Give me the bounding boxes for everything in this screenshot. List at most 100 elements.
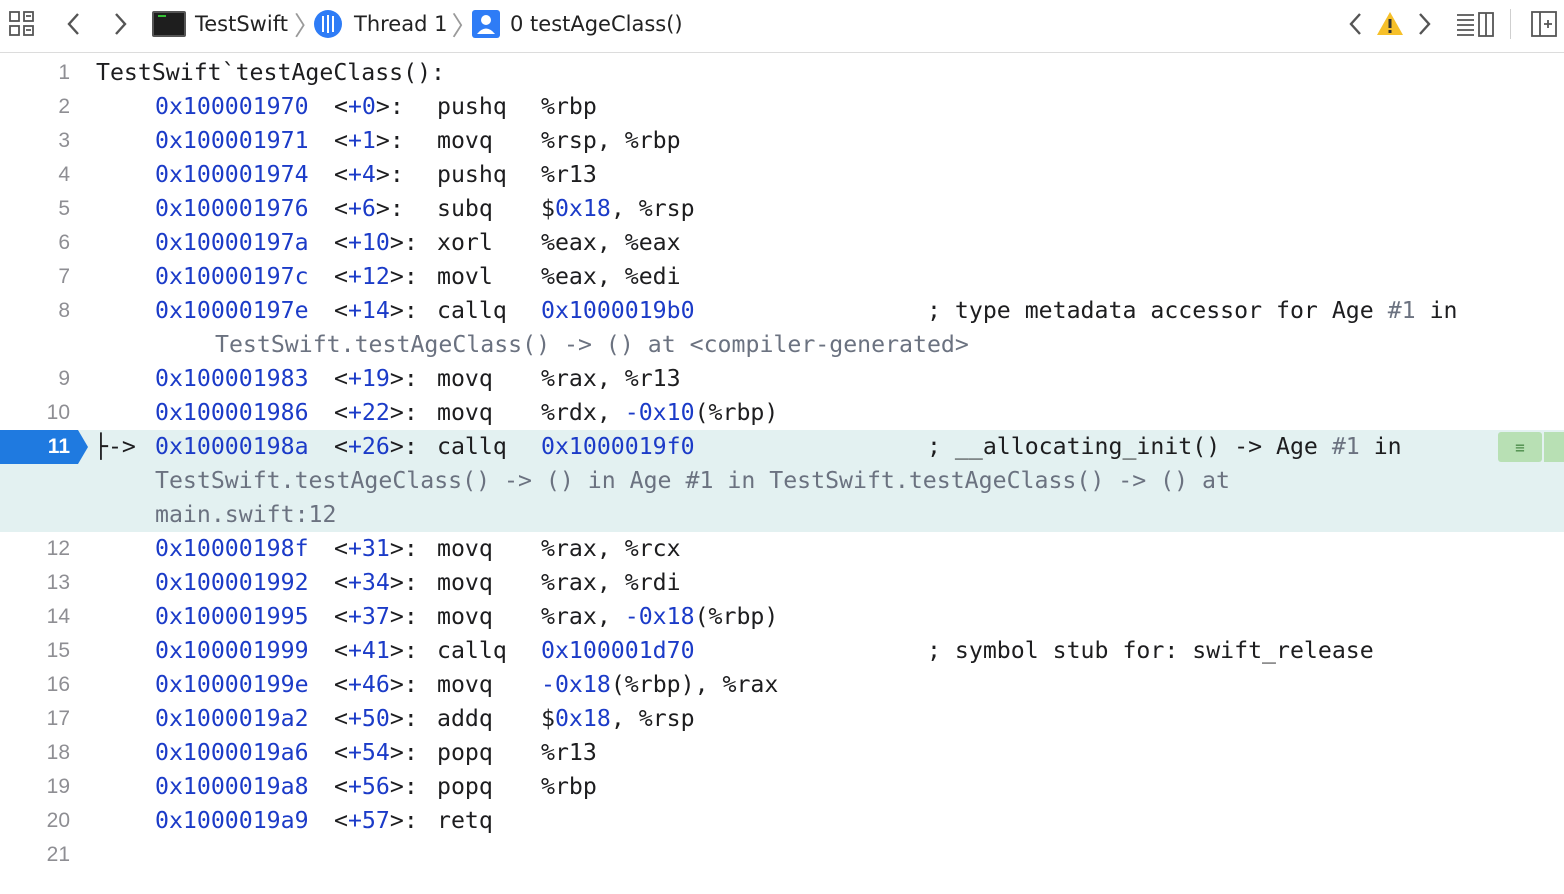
instruction-mnemonic: xorl — [437, 229, 493, 256]
line-number: 10 — [46, 401, 70, 424]
instruction-row: 8 0x10000197e <+14>: callq 0x1000019b0 ; type… — [0, 294, 1564, 362]
instruction-row: 20 0x1000019a9 <+57>: retq — [0, 804, 1564, 838]
instruction-row: 17 0x1000019a2 <+50>: addq $0x18, %rsp — [0, 702, 1564, 736]
forward-icon[interactable] — [110, 0, 130, 48]
instruction-operands: %r13 — [541, 161, 597, 188]
instruction-operands: $0x18, %rsp — [541, 195, 695, 222]
line-actions-icon[interactable]: ≡ — [1498, 432, 1542, 462]
instruction-mnemonic: movq — [437, 603, 493, 630]
instruction-mnemonic: callq — [437, 637, 507, 664]
instruction-mnemonic: movq — [437, 671, 493, 698]
instruction-offset: <+22>: — [334, 399, 418, 426]
instruction-mnemonic: pushq — [437, 93, 507, 120]
instruction-offset: <+14>: — [334, 297, 418, 324]
instruction-row: 7 0x10000197c <+12>: movl %eax, %edi — [0, 260, 1564, 294]
jumpbar-frame[interactable]: 0 testAgeClass() — [472, 0, 683, 48]
instruction-offset: <+26>: — [334, 433, 418, 460]
instruction-address: 0x100001970 — [155, 93, 309, 120]
instruction-mnemonic: popq — [437, 773, 493, 800]
line-actions-edge[interactable] — [1544, 432, 1564, 462]
line-number: 6 — [58, 231, 70, 254]
instruction-address: 0x100001992 — [155, 569, 309, 596]
jumpbar-project[interactable]: TestSwift 〉 — [152, 0, 320, 48]
comment-continuation: TestSwift.testAgeClass() -> () in Age #1… — [155, 467, 1230, 494]
instruction-operands: %rsp, %rbp — [541, 127, 681, 154]
instruction-row: 3 0x100001971 <+1>: movq %rsp, %rbp — [0, 124, 1564, 158]
instruction-operands: 0x100001d70 — [541, 637, 695, 664]
instruction-mnemonic: addq — [437, 705, 493, 732]
line-number: 16 — [46, 673, 70, 696]
pc-marker: ├-> — [94, 433, 136, 460]
related-items-icon[interactable] — [8, 0, 36, 48]
instruction-address: 0x100001976 — [155, 195, 309, 222]
instruction-address: 0x1000019a9 — [155, 807, 309, 834]
line-number: 19 — [46, 775, 70, 798]
project-label: TestSwift — [195, 12, 288, 36]
instruction-mnemonic: movq — [437, 365, 493, 392]
instruction-address: 0x100001971 — [155, 127, 309, 154]
instruction-address: 0x1000019a8 — [155, 773, 309, 800]
instruction-row: 5 0x100001976 <+6>: subq $0x18, %rsp — [0, 192, 1564, 226]
prev-issue-icon[interactable] — [1346, 0, 1366, 48]
warning-icon[interactable] — [1376, 0, 1404, 48]
instruction-offset: <+10>: — [334, 229, 418, 256]
instruction-operands: %rdx, -0x10(%rbp) — [541, 399, 779, 426]
instruction-mnemonic: callq — [437, 433, 507, 460]
instruction-operands: %r13 — [541, 739, 597, 766]
line-number: 9 — [58, 367, 70, 390]
line-number: 17 — [46, 707, 70, 730]
instruction-operands: %rbp — [541, 93, 597, 120]
instruction-offset: <+6>: — [334, 195, 404, 222]
instruction-row: 6 0x10000197a <+10>: xorl %eax, %eax — [0, 226, 1564, 260]
instruction-row: 14 0x100001995 <+37>: movq %rax, -0x18(%rbp) — [0, 600, 1564, 634]
instruction-offset: <+12>: — [334, 263, 418, 290]
instruction-operands: %eax, %eax — [541, 229, 681, 256]
next-issue-icon[interactable] — [1414, 0, 1434, 48]
line-number: 21 — [46, 843, 70, 866]
editor-options-icon[interactable] — [1456, 0, 1496, 48]
instruction-operands: %rax, %r13 — [541, 365, 681, 392]
thread-label: Thread 1 — [354, 12, 448, 36]
frame-user-icon — [472, 10, 500, 38]
comment-continuation: main.swift:12 — [155, 501, 337, 528]
function-header: TestSwift`testAgeClass(): — [96, 59, 446, 86]
frame-label: 0 testAgeClass() — [510, 12, 683, 36]
instruction-address: 0x10000197c — [155, 263, 309, 290]
instruction-offset: <+57>: — [334, 807, 418, 834]
instruction-mnemonic: pushq — [437, 161, 507, 188]
instruction-comment: ; type metadata accessor for Age #1 in — [927, 297, 1458, 324]
line-number: 7 — [58, 265, 70, 288]
instruction-row: 18 0x1000019a6 <+54>: popq %r13 — [0, 736, 1564, 770]
instruction-mnemonic: movq — [437, 535, 493, 562]
line-number: 5 — [58, 197, 70, 220]
instruction-offset: <+41>: — [334, 637, 418, 664]
back-icon[interactable] — [64, 0, 84, 48]
instruction-mnemonic: subq — [437, 195, 493, 222]
comment-continuation: TestSwift.testAgeClass() -> () at <compi… — [215, 331, 969, 358]
jumpbar-thread[interactable]: Thread 1 〉 — [314, 0, 477, 48]
instruction-offset: <+31>: — [334, 535, 418, 562]
jump-bar: TestSwift 〉 Thread 1 〉 0 testAgeClass() — [0, 0, 1564, 53]
instruction-row: 9 0x100001983 <+19>: movq %rax, %r13 — [0, 362, 1564, 396]
line-number: 20 — [46, 809, 70, 832]
instruction-offset: <+46>: — [334, 671, 418, 698]
instruction-offset: <+34>: — [334, 569, 418, 596]
add-editor-icon[interactable] — [1530, 0, 1558, 48]
line-number: 3 — [58, 129, 70, 152]
instruction-comment: ; __allocating_init() -> Age #1 in — [927, 433, 1402, 460]
instruction-offset: <+50>: — [334, 705, 418, 732]
instruction-address: 0x10000198a — [155, 433, 309, 460]
code-line: 21 — [0, 838, 1564, 872]
instruction-offset: <+19>: — [334, 365, 418, 392]
instruction-row: 16 0x10000199e <+46>: movq -0x18(%rbp), %rax — [0, 668, 1564, 702]
line-number: 2 — [58, 95, 70, 118]
instruction-operands: 0x1000019f0 — [541, 433, 695, 460]
instruction-row: 15 0x100001999 <+41>: callq 0x100001d70 ; sym… — [0, 634, 1564, 668]
instruction-address: 0x10000197a — [155, 229, 309, 256]
disassembly-view[interactable]: 1 TestSwift`testAgeClass(): 2 0x100001970… — [0, 56, 1564, 872]
line-number: 13 — [46, 571, 70, 594]
instruction-mnemonic: movq — [437, 569, 493, 596]
line-number: 1 — [58, 61, 70, 84]
instruction-row: 2 0x100001970 <+0>: pushq %rbp — [0, 90, 1564, 124]
instruction-operands: %rbp — [541, 773, 597, 800]
